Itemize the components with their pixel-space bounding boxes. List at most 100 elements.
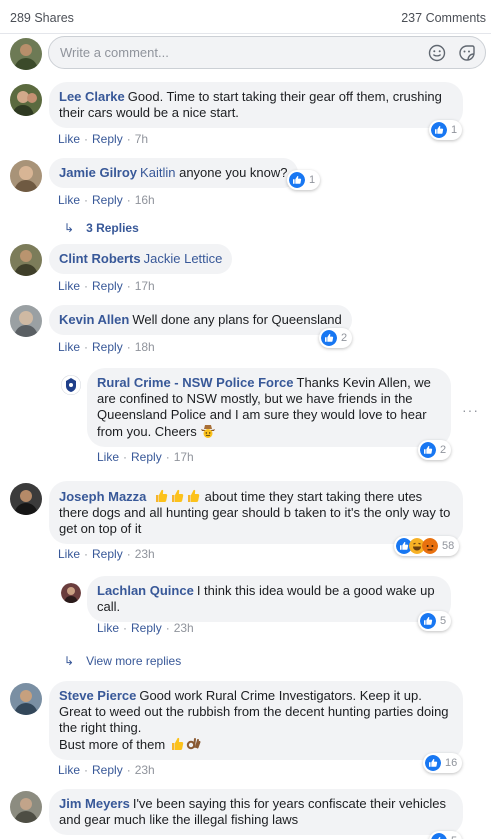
reply-link[interactable]: Reply	[131, 450, 162, 464]
comment-author[interactable]: Lachlan Quince	[97, 583, 194, 598]
like-link[interactable]: Like	[58, 547, 80, 561]
reply-link[interactable]: Reply	[131, 621, 162, 635]
comment-author[interactable]: Joseph Mazza	[59, 489, 146, 504]
comment-author[interactable]: Jim Meyers	[59, 796, 130, 811]
thumbs-up-emoji-icon	[188, 489, 200, 502]
comment-text-line2: Bust more of them	[59, 737, 166, 752]
comment-bubble: Steve Pierce Good work Rural Crime Invest…	[49, 681, 463, 760]
comment-author[interactable]: Kevin Allen	[59, 312, 129, 327]
reaction-count[interactable]: 2	[418, 440, 452, 460]
reply-link[interactable]: Reply	[92, 193, 123, 207]
mention-link[interactable]: Kaitlin	[140, 165, 175, 180]
cowboy-emoji-icon	[201, 425, 216, 438]
reaction-count[interactable]: 1	[429, 120, 463, 140]
reaction-count[interactable]: 2	[319, 328, 353, 348]
comment-actions: Like · Reply · 23h	[97, 621, 194, 635]
timestamp[interactable]: 7h	[135, 132, 148, 146]
comment-joseph-mazza: Joseph Mazza about time they start takin…	[0, 481, 491, 671]
comment-author[interactable]: Steve Pierce	[59, 688, 136, 703]
reply-arrow-icon: ↳	[64, 221, 75, 235]
timestamp[interactable]: 23h	[174, 621, 194, 635]
comment-actions: Like · Reply · 7h	[58, 132, 149, 146]
like-reaction-icon	[431, 833, 447, 839]
comment-lee-clarke: Lee Clarke Good. Time to start taking the…	[0, 82, 491, 150]
comment-actions: Like · Reply · 18h	[58, 340, 155, 354]
comment-bubble: Lee Clarke Good. Time to start taking the…	[49, 82, 463, 128]
thumbs-up-emoji-icon	[171, 737, 184, 750]
avatar[interactable]	[10, 244, 42, 276]
like-reaction-icon	[420, 442, 436, 458]
comment-actions: Like · Reply · 16h	[58, 193, 155, 207]
comment-bubble: Lachlan Quince I think this idea would be…	[87, 576, 451, 622]
avatar[interactable]	[10, 160, 42, 192]
comment-bubble: Joseph Mazza about time they start takin…	[49, 481, 463, 544]
smile-icon[interactable]	[428, 44, 446, 62]
reply-link[interactable]: Reply	[92, 132, 123, 146]
sticker-icon[interactable]	[458, 44, 476, 62]
current-user-avatar	[10, 38, 42, 70]
like-reaction-icon	[431, 122, 447, 138]
comment-actions: Like · Reply · 17h	[97, 450, 194, 464]
like-link[interactable]: Like	[97, 621, 119, 635]
like-reaction-icon	[289, 172, 305, 188]
like-link[interactable]: Like	[58, 340, 80, 354]
comment-author[interactable]: Rural Crime - NSW Police Force	[97, 375, 294, 390]
reply-link[interactable]: Reply	[92, 340, 123, 354]
reaction-count[interactable]: 16	[423, 753, 463, 773]
comment-bubble: Rural Crime - NSW Police Force Thanks Kev…	[87, 368, 451, 447]
shares-count[interactable]: 289 Shares	[10, 11, 74, 25]
avatar[interactable]	[10, 791, 42, 823]
timestamp[interactable]: 16h	[135, 193, 155, 207]
avatar[interactable]	[61, 583, 81, 603]
comment-author[interactable]: Lee Clarke	[59, 89, 125, 104]
avatar[interactable]	[10, 683, 42, 715]
comment-input[interactable]	[48, 36, 486, 69]
reply-link[interactable]: Reply	[92, 763, 123, 777]
like-link[interactable]: Like	[58, 193, 80, 207]
reply-link[interactable]: Reply	[92, 279, 123, 293]
comment-jim-meyers: Jim Meyers I've been saying this for year…	[0, 789, 491, 839]
mention-link[interactable]: Jackie Lettice	[144, 251, 223, 266]
like-reaction-icon	[425, 755, 441, 771]
composer-icons	[428, 44, 476, 62]
avatar[interactable]	[10, 305, 42, 337]
comment-actions: Like · Reply · 23h	[58, 763, 155, 777]
timestamp[interactable]: 17h	[174, 450, 194, 464]
like-link[interactable]: Like	[58, 132, 80, 146]
comment-bubble: Clint Roberts Jackie Lettice	[49, 244, 233, 274]
avatar[interactable]	[10, 84, 42, 116]
comment-composer	[10, 36, 486, 70]
more-options-icon[interactable]: ···	[462, 402, 479, 418]
ok-hand-emoji-icon	[186, 738, 201, 750]
reply-rural-crime: Rural Crime - NSW Police Force Thanks Kev…	[0, 368, 491, 465]
comment-author[interactable]: Jamie Gilroy	[59, 165, 137, 180]
post-stats-bar: 289 Shares 237 Comments	[0, 0, 491, 34]
replies-count[interactable]: 3 Replies	[86, 221, 139, 235]
timestamp[interactable]: 23h	[135, 763, 155, 777]
comment-jamie-gilroy: Jamie Gilroy Kaitlin anyone you know? 1 L…	[0, 158, 491, 238]
comment-kevin-allen: Kevin Allen Well done any plans for Queen…	[0, 305, 491, 465]
thumbs-up-emoji-icon	[172, 489, 184, 502]
timestamp[interactable]: 23h	[135, 547, 155, 561]
view-more-replies-link[interactable]: ↳ View more replies	[64, 654, 181, 668]
like-reaction-icon	[321, 330, 337, 346]
timestamp[interactable]: 18h	[135, 340, 155, 354]
reaction-count[interactable]: 58	[394, 536, 460, 556]
reaction-count[interactable]: 1	[287, 170, 321, 190]
like-link[interactable]: Like	[58, 763, 80, 777]
avatar[interactable]	[10, 483, 42, 515]
view-replies-link[interactable]: ↳ 3 Replies	[64, 221, 139, 235]
reaction-count[interactable]: 5	[418, 611, 452, 631]
reply-link[interactable]: Reply	[92, 547, 123, 561]
comments-count[interactable]: 237 Comments	[401, 11, 486, 25]
reaction-count[interactable]: 5	[429, 831, 463, 839]
avatar[interactable]	[61, 375, 81, 395]
like-link[interactable]: Like	[97, 450, 119, 464]
comment-bubble: Jamie Gilroy Kaitlin anyone you know?	[49, 158, 298, 188]
comment-bubble: Kevin Allen Well done any plans for Queen…	[49, 305, 352, 335]
comment-steve-pierce: Steve Pierce Good work Rural Crime Invest…	[0, 681, 491, 781]
timestamp[interactable]: 17h	[135, 279, 155, 293]
comment-author[interactable]: Clint Roberts	[59, 251, 141, 266]
like-reaction-icon	[420, 613, 436, 629]
like-link[interactable]: Like	[58, 279, 80, 293]
